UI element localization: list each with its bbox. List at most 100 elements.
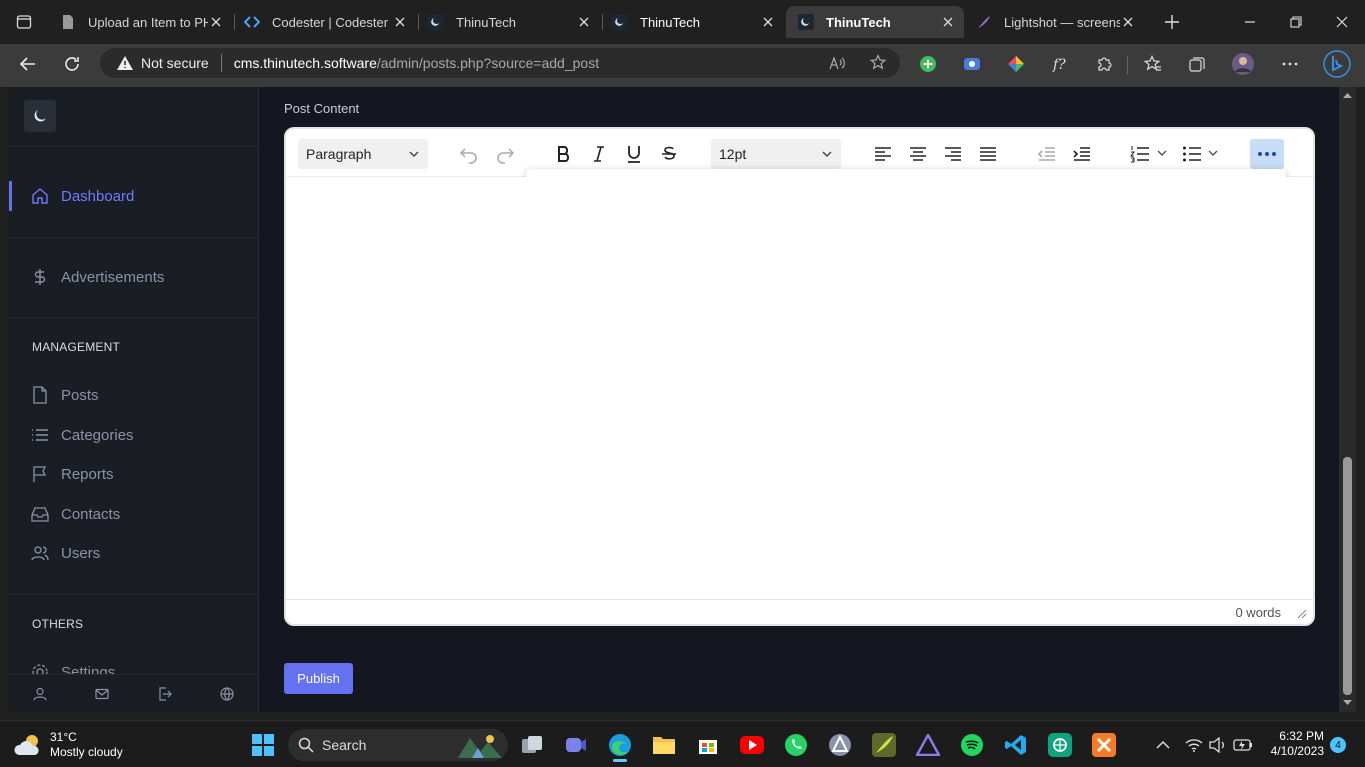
function-extension-icon[interactable]: f? [1050, 54, 1070, 74]
site-logo[interactable] [24, 100, 56, 132]
sidebar-item-users[interactable]: Users [9, 538, 258, 568]
align-right-icon[interactable] [942, 143, 964, 165]
feather-app-icon[interactable] [868, 729, 900, 761]
tab-lightshot[interactable]: Lightshot — screensho [964, 6, 1144, 38]
whatsapp-icon[interactable] [780, 729, 812, 761]
new-tab-icon[interactable] [1162, 12, 1182, 32]
sidebar-item-posts[interactable]: Posts [9, 380, 258, 410]
underline-icon[interactable] [623, 143, 645, 165]
task-view-icon[interactable] [516, 729, 548, 761]
security-label: Not secure [141, 55, 209, 71]
editor-content-area[interactable] [286, 177, 1313, 601]
resize-handle-icon[interactable] [1297, 609, 1307, 619]
sidebar-item-contacts[interactable]: Contacts [9, 499, 258, 529]
align-justify-icon[interactable] [977, 143, 999, 165]
close-icon[interactable] [576, 14, 592, 30]
tab-actions-icon[interactable] [14, 12, 34, 32]
minimize-icon[interactable] [1240, 12, 1260, 32]
youtube-icon[interactable] [736, 729, 768, 761]
sidebar-item-reports[interactable]: Reports [9, 459, 258, 489]
font-size-select[interactable]: 12pt [711, 139, 841, 169]
italic-icon[interactable] [588, 143, 610, 165]
undo-icon[interactable] [458, 143, 480, 165]
bing-copilot-icon[interactable] [1323, 50, 1351, 78]
screen-capture-extension-icon[interactable] [962, 54, 982, 74]
align-left-icon[interactable] [872, 143, 894, 165]
more-options-icon[interactable] [1280, 54, 1300, 74]
align-center-icon[interactable] [907, 143, 929, 165]
microsoft-store-icon[interactable] [692, 729, 724, 761]
chevron-down-icon[interactable] [1206, 146, 1220, 160]
publish-button[interactable]: Publish [284, 663, 353, 694]
more-toolbar-icon[interactable] [1250, 139, 1284, 169]
volume-icon[interactable] [1209, 736, 1227, 754]
mail-icon[interactable] [94, 686, 110, 702]
user-icon[interactable] [32, 686, 48, 702]
close-icon[interactable] [1120, 14, 1136, 30]
teams-chat-icon[interactable] [560, 729, 592, 761]
file-explorer-icon[interactable] [648, 729, 680, 761]
collections-icon[interactable] [1187, 54, 1207, 74]
wifi-icon[interactable] [1185, 736, 1203, 754]
indent-icon[interactable] [1071, 143, 1093, 165]
read-aloud-icon[interactable] [828, 54, 846, 72]
close-icon[interactable] [940, 14, 956, 30]
profile-avatar[interactable] [1231, 52, 1255, 76]
redo-icon[interactable] [494, 143, 516, 165]
scroll-up-icon[interactable] [1343, 91, 1352, 99]
extensions-icon[interactable] [1094, 54, 1114, 74]
favorite-add-icon[interactable] [870, 54, 888, 72]
strikethrough-icon[interactable] [658, 143, 680, 165]
url-domain: cms.thinutech.software [233, 55, 377, 71]
close-icon[interactable] [208, 14, 224, 30]
sidebar-item-label: Categories [61, 426, 134, 444]
bold-icon[interactable] [553, 143, 575, 165]
refresh-icon[interactable] [62, 54, 82, 74]
close-icon[interactable] [760, 14, 776, 30]
extension-add-icon[interactable] [918, 54, 938, 74]
close-icon[interactable] [392, 14, 408, 30]
bullet-list-icon[interactable] [1181, 143, 1203, 165]
tab-thinutech-active[interactable]: ThinuTech [786, 6, 964, 38]
window-close-icon[interactable] [1332, 12, 1352, 32]
battery-icon[interactable] [1233, 736, 1253, 754]
tab-thinutech-2[interactable]: ThinuTech [600, 6, 784, 38]
numbered-list-icon[interactable] [1129, 143, 1151, 165]
chevron-up-icon[interactable] [1155, 737, 1171, 753]
tab-codester[interactable]: Codester | Codester [232, 6, 416, 38]
taskbar-search[interactable]: Search [288, 729, 508, 761]
color-picker-extension-icon[interactable] [1006, 54, 1026, 74]
back-arrow-icon[interactable] [18, 54, 38, 74]
chevron-down-icon [408, 148, 420, 160]
clock[interactable]: 6:32 PM 4/10/2023 [1262, 729, 1324, 761]
sidebar-item-categories[interactable]: Categories [9, 420, 258, 450]
globe-icon[interactable] [219, 686, 235, 702]
xampp-icon[interactable] [1088, 729, 1120, 761]
start-icon[interactable] [247, 729, 279, 761]
sidebar-divider [9, 146, 258, 147]
scroll-down-icon[interactable] [1343, 699, 1352, 707]
page-scrollbar[interactable] [1339, 87, 1356, 712]
sidebar: Dashboard Advertisements MANAGEMENT Post… [9, 87, 259, 712]
sidebar-item-advertisements[interactable]: Advertisements [9, 262, 258, 292]
notification-badge[interactable]: 4 [1330, 737, 1346, 753]
edge-browser-icon[interactable] [604, 729, 636, 762]
logout-icon[interactable] [157, 686, 173, 702]
spotify-icon[interactable] [956, 729, 988, 761]
sidebar-item-label: Posts [61, 386, 99, 404]
scroll-thumb[interactable] [1343, 457, 1352, 695]
chevron-down-icon[interactable] [1155, 146, 1169, 160]
vscode-icon[interactable] [1000, 729, 1032, 761]
weather-widget[interactable]: 31°C Mostly cloudy [14, 729, 154, 761]
triangle-app-icon[interactable] [912, 729, 944, 761]
address-bar[interactable]: Not secure cms.thinutech.software /admin… [100, 48, 900, 78]
outdent-icon[interactable] [1036, 143, 1058, 165]
block-format-select[interactable]: Paragraph [298, 139, 428, 169]
proton-vpn-icon[interactable] [824, 729, 856, 761]
chatgpt-icon[interactable] [1044, 729, 1076, 761]
sidebar-item-dashboard[interactable]: Dashboard [9, 181, 258, 211]
tab-upload-item[interactable]: Upload an Item to PHP [48, 6, 232, 38]
restore-icon[interactable] [1286, 12, 1306, 32]
tab-thinutech-1[interactable]: ThinuTech [416, 6, 600, 38]
favorites-icon[interactable] [1143, 54, 1163, 74]
